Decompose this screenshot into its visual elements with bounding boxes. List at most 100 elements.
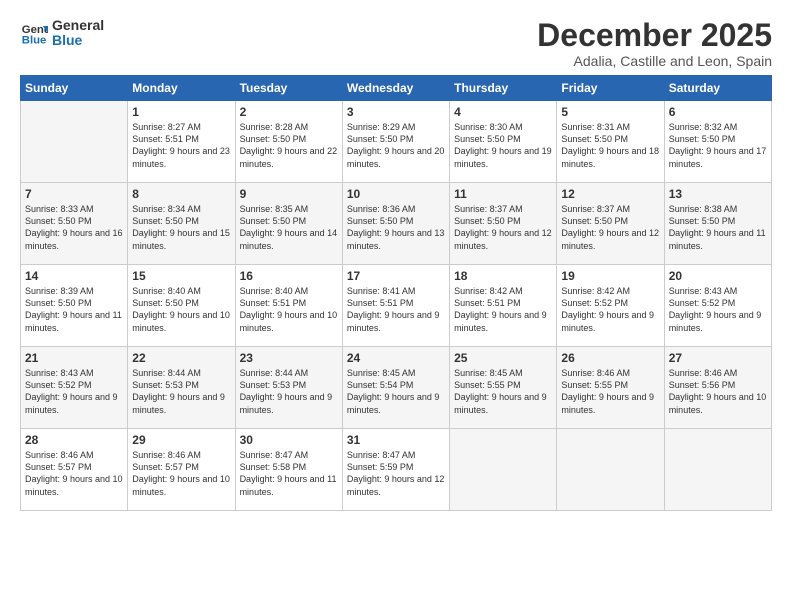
- month-title: December 2025: [537, 18, 772, 53]
- calendar-cell: [557, 429, 664, 511]
- calendar-cell: 12 Sunrise: 8:37 AMSunset: 5:50 PMDayligh…: [557, 183, 664, 265]
- cell-details: Sunrise: 8:28 AMSunset: 5:50 PMDaylight:…: [240, 121, 338, 170]
- header-day-wednesday: Wednesday: [342, 76, 449, 101]
- calendar-cell: 8 Sunrise: 8:34 AMSunset: 5:50 PMDaylight…: [128, 183, 235, 265]
- day-number: 23: [240, 351, 338, 365]
- day-number: 14: [25, 269, 123, 283]
- cell-details: Sunrise: 8:46 AMSunset: 5:57 PMDaylight:…: [25, 449, 123, 498]
- day-number: 4: [454, 105, 552, 119]
- day-number: 10: [347, 187, 445, 201]
- day-number: 17: [347, 269, 445, 283]
- cell-details: Sunrise: 8:44 AMSunset: 5:53 PMDaylight:…: [240, 367, 338, 416]
- calendar-cell: 27 Sunrise: 8:46 AMSunset: 5:56 PMDayligh…: [664, 347, 771, 429]
- cell-details: Sunrise: 8:33 AMSunset: 5:50 PMDaylight:…: [25, 203, 123, 252]
- cell-details: Sunrise: 8:32 AMSunset: 5:50 PMDaylight:…: [669, 121, 767, 170]
- calendar-cell: 9Sunrise: 8:35 AMSunset: 5:50 PMDaylight…: [235, 183, 342, 265]
- calendar-cell: 29 Sunrise: 8:46 AMSunset: 5:57 PMDayligh…: [128, 429, 235, 511]
- day-number: 19: [561, 269, 659, 283]
- header-day-thursday: Thursday: [450, 76, 557, 101]
- cell-details: Sunrise: 8:34 AMSunset: 5:50 PMDaylight:…: [132, 203, 230, 252]
- day-number: 16: [240, 269, 338, 283]
- day-number: 28: [25, 433, 123, 447]
- header-day-sunday: Sunday: [21, 76, 128, 101]
- calendar-cell: 14 Sunrise: 8:39 AMSunset: 5:50 PMDayligh…: [21, 265, 128, 347]
- calendar-cell: 3 Sunrise: 8:29 AMSunset: 5:50 PMDaylight…: [342, 101, 449, 183]
- day-number: 13: [669, 187, 767, 201]
- header-day-tuesday: Tuesday: [235, 76, 342, 101]
- calendar-cell: 11 Sunrise: 8:37 AMSunset: 5:50 PMDayligh…: [450, 183, 557, 265]
- calendar-cell: 30 Sunrise: 8:47 AMSunset: 5:58 PMDayligh…: [235, 429, 342, 511]
- calendar-body: 1 Sunrise: 8:27 AMSunset: 5:51 PMDaylight…: [21, 101, 772, 511]
- cell-details: Sunrise: 8:36 AMSunset: 5:50 PMDaylight:…: [347, 203, 445, 252]
- day-number: 22: [132, 351, 230, 365]
- cell-details: Sunrise: 8:31 AMSunset: 5:50 PMDaylight:…: [561, 121, 659, 170]
- cell-details: Sunrise: 8:44 AMSunset: 5:53 PMDaylight:…: [132, 367, 230, 416]
- day-number: 3: [347, 105, 445, 119]
- cell-details: Sunrise: 8:41 AMSunset: 5:51 PMDaylight:…: [347, 285, 445, 334]
- day-number: 6: [669, 105, 767, 119]
- cell-details: Sunrise: 8:27 AMSunset: 5:51 PMDaylight:…: [132, 121, 230, 170]
- day-number: 31: [347, 433, 445, 447]
- calendar-cell: 15Sunrise: 8:40 AMSunset: 5:50 PMDayligh…: [128, 265, 235, 347]
- cell-details: Sunrise: 8:29 AMSunset: 5:50 PMDaylight:…: [347, 121, 445, 170]
- logo: General Blue General Blue: [20, 18, 104, 49]
- logo-line2: Blue: [52, 33, 104, 48]
- logo-line1: General: [52, 18, 104, 33]
- day-number: 11: [454, 187, 552, 201]
- calendar-cell: 6 Sunrise: 8:32 AMSunset: 5:50 PMDaylight…: [664, 101, 771, 183]
- calendar-cell: 1 Sunrise: 8:27 AMSunset: 5:51 PMDaylight…: [128, 101, 235, 183]
- day-number: 26: [561, 351, 659, 365]
- subtitle: Adalia, Castille and Leon, Spain: [537, 53, 772, 69]
- cell-details: Sunrise: 8:43 AMSunset: 5:52 PMDaylight:…: [669, 285, 767, 334]
- calendar-cell: [21, 101, 128, 183]
- day-number: 25: [454, 351, 552, 365]
- cell-details: Sunrise: 8:39 AMSunset: 5:50 PMDaylight:…: [25, 285, 123, 334]
- cell-details: Sunrise: 8:43 AMSunset: 5:52 PMDaylight:…: [25, 367, 123, 416]
- calendar-cell: 22 Sunrise: 8:44 AMSunset: 5:53 PMDayligh…: [128, 347, 235, 429]
- calendar-cell: 21 Sunrise: 8:43 AMSunset: 5:52 PMDayligh…: [21, 347, 128, 429]
- day-number: 21: [25, 351, 123, 365]
- header-day-friday: Friday: [557, 76, 664, 101]
- day-number: 29: [132, 433, 230, 447]
- svg-text:Blue: Blue: [22, 35, 47, 47]
- calendar-cell: 28 Sunrise: 8:46 AMSunset: 5:57 PMDayligh…: [21, 429, 128, 511]
- cell-details: Sunrise: 8:45 AMSunset: 5:54 PMDaylight:…: [347, 367, 445, 416]
- calendar-cell: 7 Sunrise: 8:33 AMSunset: 5:50 PMDaylight…: [21, 183, 128, 265]
- calendar-cell: 2 Sunrise: 8:28 AMSunset: 5:50 PMDaylight…: [235, 101, 342, 183]
- day-number: 8: [132, 187, 230, 201]
- day-number: 5: [561, 105, 659, 119]
- calendar-cell: 20 Sunrise: 8:43 AMSunset: 5:52 PMDayligh…: [664, 265, 771, 347]
- calendar-cell: 10 Sunrise: 8:36 AMSunset: 5:50 PMDayligh…: [342, 183, 449, 265]
- calendar-cell: [664, 429, 771, 511]
- calendar-cell: 13 Sunrise: 8:38 AMSunset: 5:50 PMDayligh…: [664, 183, 771, 265]
- day-number: 12: [561, 187, 659, 201]
- day-number: 1: [132, 105, 230, 119]
- calendar-cell: 24 Sunrise: 8:45 AMSunset: 5:54 PMDayligh…: [342, 347, 449, 429]
- calendar-cell: 18Sunrise: 8:42 AMSunset: 5:51 PMDayligh…: [450, 265, 557, 347]
- day-number: 7: [25, 187, 123, 201]
- day-number: 20: [669, 269, 767, 283]
- day-number: 24: [347, 351, 445, 365]
- day-number: 30: [240, 433, 338, 447]
- cell-details: Sunrise: 8:46 AMSunset: 5:56 PMDaylight:…: [669, 367, 767, 416]
- cell-details: Sunrise: 8:47 AMSunset: 5:58 PMDaylight:…: [240, 449, 338, 498]
- cell-details: Sunrise: 8:47 AMSunset: 5:59 PMDaylight:…: [347, 449, 445, 498]
- day-number: 27: [669, 351, 767, 365]
- calendar-cell: 23 Sunrise: 8:44 AMSunset: 5:53 PMDayligh…: [235, 347, 342, 429]
- calendar-header: SundayMondayTuesdayWednesdayThursdayFrid…: [21, 76, 772, 101]
- cell-details: Sunrise: 8:46 AMSunset: 5:57 PMDaylight:…: [132, 449, 230, 498]
- header-day-monday: Monday: [128, 76, 235, 101]
- cell-details: Sunrise: 8:38 AMSunset: 5:50 PMDaylight:…: [669, 203, 767, 252]
- cell-details: Sunrise: 8:37 AMSunset: 5:50 PMDaylight:…: [561, 203, 659, 252]
- header-day-saturday: Saturday: [664, 76, 771, 101]
- day-number: 18: [454, 269, 552, 283]
- calendar-cell: 4Sunrise: 8:30 AMSunset: 5:50 PMDaylight…: [450, 101, 557, 183]
- cell-details: Sunrise: 8:40 AMSunset: 5:51 PMDaylight:…: [240, 285, 338, 334]
- day-number: 2: [240, 105, 338, 119]
- calendar-cell: 16 Sunrise: 8:40 AMSunset: 5:51 PMDayligh…: [235, 265, 342, 347]
- cell-details: Sunrise: 8:45 AMSunset: 5:55 PMDaylight:…: [454, 367, 552, 416]
- cell-details: Sunrise: 8:37 AMSunset: 5:50 PMDaylight:…: [454, 203, 552, 252]
- cell-details: Sunrise: 8:35 AMSunset: 5:50 PMDaylight:…: [240, 203, 338, 252]
- calendar-cell: 25 Sunrise: 8:45 AMSunset: 5:55 PMDayligh…: [450, 347, 557, 429]
- calendar-cell: [450, 429, 557, 511]
